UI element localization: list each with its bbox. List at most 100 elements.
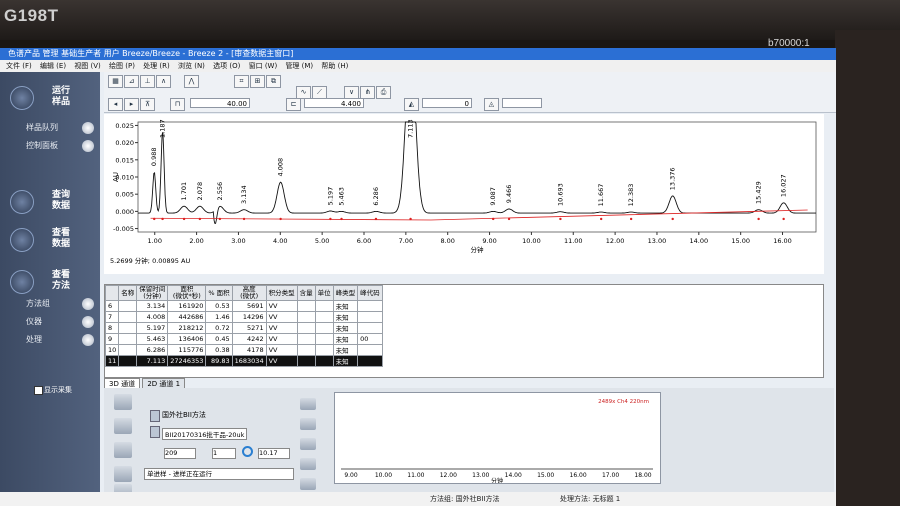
menu-plot[interactable]: 绘图 (P) [109, 60, 135, 72]
peak-table-cell: 4.008 [136, 311, 169, 323]
peak-table-row[interactable]: 11 7.113 27246353 89.83 1683034 VV 未知 [104, 355, 383, 367]
live-trace-tick: 11.00 [407, 472, 424, 479]
live-trace-tick: 13.00 [472, 472, 489, 479]
wrench-icon[interactable] [114, 394, 132, 410]
peak-table-cell [296, 344, 316, 356]
menu-help[interactable]: 帮助 (H) [321, 60, 348, 72]
toolbar-fit-icon[interactable]: ⊞ [250, 75, 265, 88]
chromatogram-panel: 0.025 0.020 0.015 0.010 0.005 0.000 -0.005 AU 1.… [104, 114, 824, 274]
peak-label: 4.008 [277, 158, 285, 177]
peak-table-cell [314, 311, 334, 323]
monitor-icon[interactable] [300, 398, 316, 410]
peak-table-cell [314, 355, 334, 367]
toolbar-baseline-icon[interactable]: ⊥ [140, 75, 155, 88]
sidebar-item-sample-queue[interactable]: 样品队列 [26, 122, 58, 133]
peak-marker [629, 217, 633, 221]
edit-icon[interactable] [300, 478, 316, 490]
x-tick-label: 13.00 [648, 237, 667, 245]
toolbar-value-field-d[interactable] [502, 98, 542, 108]
menu-window[interactable]: 窗口 (W) [249, 60, 278, 72]
nav-run-samples[interactable]: 运行 样品 [0, 80, 100, 120]
toolbar-threshold-icon[interactable]: ⊓ [170, 98, 185, 111]
peak-table-row[interactable]: 9 5.463 136406 0.45 4242 VV 未知 00 [104, 333, 383, 345]
menu-manage[interactable]: 管理 (M) [285, 60, 313, 72]
toolbar-split-peak-icon[interactable]: ⊼ [140, 98, 155, 111]
peak-label: 13.376 [669, 167, 677, 190]
chart-icon[interactable] [300, 458, 316, 470]
show-capture-checkbox[interactable] [34, 386, 43, 395]
sample-queue-knob-icon[interactable] [82, 122, 94, 134]
peak-table-row[interactable]: 10 6.286 115776 0.38 4178 VV 未知 [104, 344, 383, 356]
peak-marker [161, 217, 164, 221]
toolbar-height-icon[interactable]: ◬ [484, 98, 499, 111]
peak-table-header-area: 面积 (微伏*秒) [167, 285, 207, 301]
toolbar-integrate-icon[interactable]: ∧ [156, 75, 171, 88]
nav-browse-data[interactable]: 查询 数据 [0, 184, 100, 224]
toolbar-trace-icon[interactable]: ⊿ [124, 75, 139, 88]
toolbar-scale-icon[interactable]: ⌗ [234, 75, 249, 88]
control-panel-knob-icon[interactable] [82, 140, 94, 152]
peak-marker [782, 217, 785, 221]
toolbar-peak-icon[interactable]: ⋀ [184, 75, 199, 88]
peak-table-cell [296, 333, 316, 345]
toolbar-zoom-icon[interactable]: ▦ [108, 75, 123, 88]
x-tick-label: 11.00 [564, 237, 583, 245]
toolbar-left-icon[interactable]: ◂ [108, 98, 123, 111]
status-method-group: 方法组: 国外社BII方法 [430, 495, 500, 503]
toolbar-print-icon[interactable]: ⎙ [376, 86, 391, 99]
sidebar-item-instrument[interactable]: 仪器 [26, 316, 42, 327]
chromatogram-chart[interactable]: 0.0250.0200.0150.0100.0050.000-0.005AU1.… [104, 114, 824, 274]
vial-field[interactable]: 209 [164, 448, 196, 459]
nav-review-data[interactable]: 查看 数据 [0, 222, 100, 262]
peak-table-cell: 4178 [231, 344, 267, 356]
peak-label: 10.693 [556, 183, 564, 206]
peak-table-header-peak-code: 峰代码 [357, 285, 383, 301]
method-group-knob-icon[interactable] [82, 298, 94, 310]
peak-table-cell [314, 322, 334, 334]
menu-process[interactable]: 处理 (R) [143, 60, 170, 72]
toolbar-value-field-c[interactable]: 0 [422, 98, 472, 108]
y-tick-label: 0.025 [115, 122, 134, 130]
toolbar-value-field-a[interactable]: 40.00 [190, 98, 250, 108]
peak-table-cell: 6.286 [136, 344, 169, 356]
processing-knob-icon[interactable] [82, 334, 94, 346]
peak-table-header-pct-area: % 面积 [205, 285, 233, 301]
instrument-knob-icon[interactable] [82, 316, 94, 328]
search-icon[interactable] [300, 438, 316, 450]
toolbar-area-icon[interactable]: ◭ [404, 98, 419, 111]
toolbar-right-icon[interactable]: ▸ [124, 98, 139, 111]
list-icon[interactable] [300, 418, 316, 430]
menu-browse[interactable]: 浏览 (N) [178, 60, 205, 72]
peak-table: 名称 保留时间 (分钟) 面积 (微伏*秒) % 面积 高度 (微伏) 积分类型… [104, 285, 383, 367]
toolbar-width-icon[interactable]: ⊏ [286, 98, 301, 111]
live-trace-tick: 10.00 [375, 472, 392, 479]
pause-icon[interactable] [114, 466, 132, 482]
live-trace-tick: 18.00 [634, 472, 651, 479]
sidebar-item-method-group[interactable]: 方法组 [26, 298, 50, 309]
peak-table-row[interactable]: 6 3.134 161920 0.53 5691 VV 未知 [104, 300, 383, 312]
peak-label: 7.113 [407, 119, 415, 138]
x-tick-label: 12.00 [606, 237, 625, 245]
toolbar-overlay-icon[interactable]: ⧉ [266, 75, 281, 88]
peak-table-header-units: 单位 [314, 285, 334, 301]
menu-edit[interactable]: 编辑 (E) [40, 60, 66, 72]
toolbar-value-field-b[interactable]: 4.400 [304, 98, 364, 108]
stop-icon[interactable] [114, 442, 132, 458]
injection-field[interactable]: 1 [212, 448, 236, 459]
sample-name-field[interactable]: BII20170316批干品-20uk [162, 428, 248, 440]
menu-file[interactable]: 文件 (F) [6, 60, 32, 72]
peak-table-header-height: 高度 (微伏) [231, 285, 267, 301]
peak-table-cell [357, 344, 383, 356]
probe-icon[interactable] [114, 418, 132, 434]
peak-table-cell [118, 322, 138, 334]
sidebar-item-processing[interactable]: 处理 [26, 334, 42, 345]
peak-table-cell: 7.113 [136, 355, 169, 367]
peak-table-row[interactable]: 8 5.197 218212 0.72 5271 VV 未知 [104, 322, 383, 334]
menu-view[interactable]: 视图 (V) [74, 60, 100, 72]
peak-table-cell: 3.134 [136, 300, 169, 312]
sidebar-item-control-panel[interactable]: 控制面板 [26, 140, 58, 151]
peak-marker [279, 217, 282, 221]
peak-table-row[interactable]: 7 4.008 442686 1.46 14296 VV 未知 [104, 311, 383, 323]
x-tick-label: 3.00 [231, 237, 245, 245]
menu-options[interactable]: 选项 (O) [213, 60, 240, 72]
